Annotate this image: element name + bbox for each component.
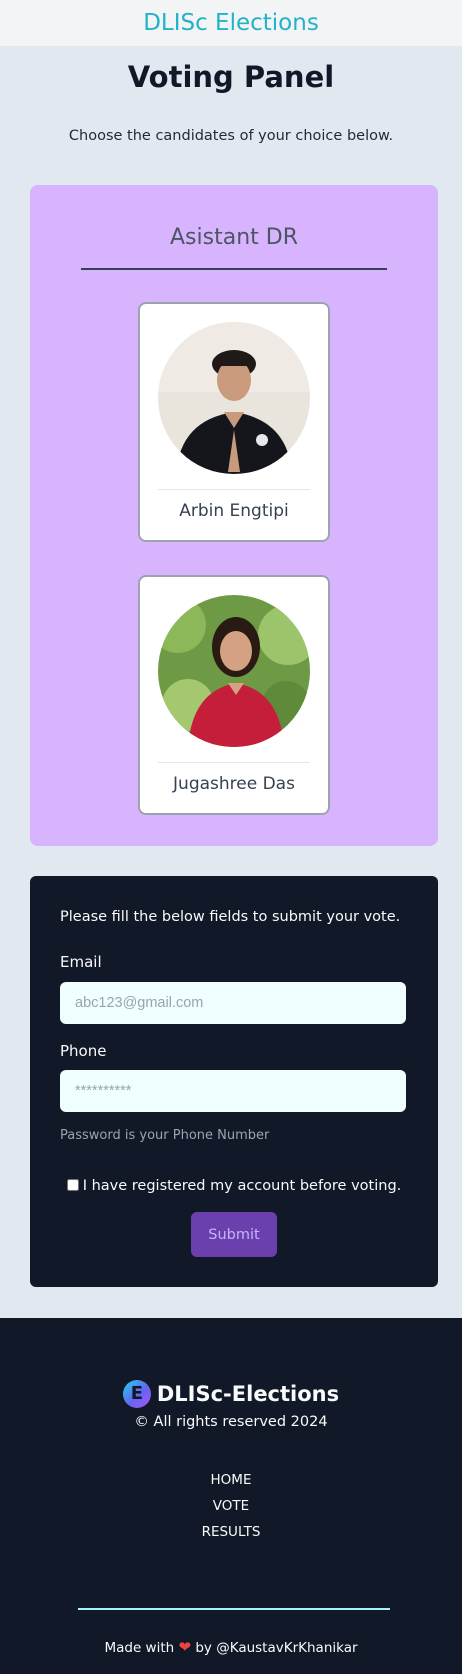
card-divider bbox=[158, 762, 310, 763]
footer-brand-name: DLISc-Elections bbox=[156, 1382, 340, 1406]
registration-checkbox-label[interactable]: I have registered my account before voti… bbox=[83, 1178, 402, 1194]
registration-checkbox-row: I have registered my account before voti… bbox=[30, 1178, 438, 1194]
made-with-prefix: Made with bbox=[104, 1640, 175, 1656]
candidate-card-jugashree-das[interactable]: Jugashree Das bbox=[138, 575, 330, 815]
made-with-credit: Made with ❤ by @KaustavKrKhanikar bbox=[0, 1638, 462, 1656]
footer-link-results[interactable]: RESULTS bbox=[0, 1524, 462, 1540]
footer-link-home[interactable]: HOME bbox=[0, 1472, 462, 1488]
email-input[interactable] bbox=[60, 982, 406, 1024]
footer-brand[interactable]: E DLISc-Elections bbox=[0, 1380, 462, 1410]
page-title: Voting Panel bbox=[127, 60, 335, 94]
form-instructions: Please fill the below fields to submit y… bbox=[60, 909, 401, 925]
candidate-photo bbox=[158, 595, 310, 747]
email-label: Email bbox=[60, 953, 102, 971]
phone-input[interactable] bbox=[60, 1070, 406, 1112]
heart-icon: ❤ bbox=[178, 1638, 192, 1656]
card-divider bbox=[158, 489, 310, 490]
candidate-photo bbox=[158, 322, 310, 474]
vote-form: Please fill the below fields to submit y… bbox=[30, 876, 438, 1287]
post-title-divider bbox=[81, 268, 387, 270]
password-hint: Password is your Phone Number bbox=[60, 1128, 270, 1143]
post-title: Asistant DR bbox=[170, 225, 298, 250]
candidate-name: Jugashree Das bbox=[173, 774, 295, 794]
footer: E DLISc-Elections © All rights reserved 2… bbox=[0, 1318, 462, 1674]
copyright-text: © All rights reserved 2024 bbox=[134, 1414, 328, 1430]
page-subtitle: Choose the candidates of your choice bel… bbox=[68, 128, 394, 144]
footer-link-vote[interactable]: VOTE bbox=[0, 1498, 462, 1514]
candidate-name: Arbin Engtipi bbox=[179, 501, 289, 521]
brand-title[interactable]: DLISc Elections bbox=[143, 10, 319, 36]
post-panel: Asistant DR Arbin Engtipi Jugashree Das bbox=[30, 185, 438, 846]
footer-divider bbox=[78, 1608, 390, 1610]
top-navbar: DLISc Elections bbox=[0, 0, 462, 46]
submit-button[interactable]: Submit bbox=[191, 1212, 277, 1257]
candidate-card-arbin-engtipi[interactable]: Arbin Engtipi bbox=[138, 302, 330, 542]
registration-checkbox[interactable] bbox=[66, 1179, 79, 1191]
logo-icon: E bbox=[122, 1380, 151, 1408]
author-credit[interactable]: by @KaustavKrKhanikar bbox=[195, 1640, 357, 1656]
phone-label: Phone bbox=[60, 1042, 107, 1060]
